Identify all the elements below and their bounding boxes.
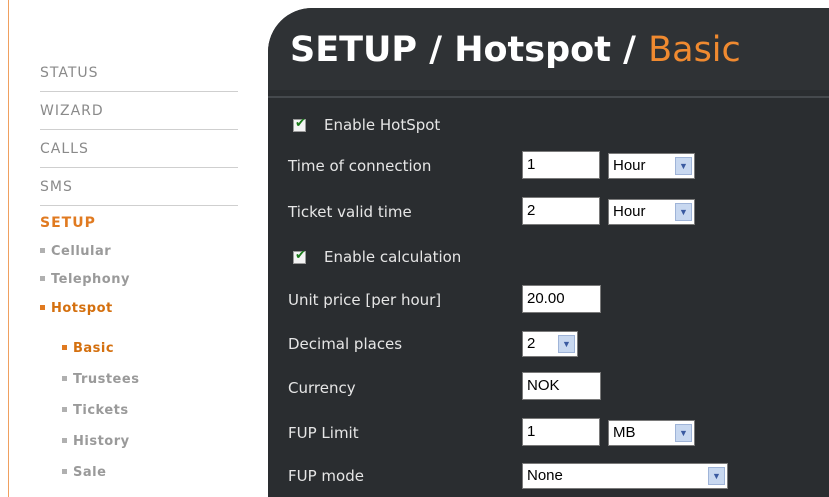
sidebar-subitem-label: Tickets: [73, 403, 129, 418]
sidebar-subitem-label: Cellular: [51, 244, 112, 259]
sidebar-subitem-cellular[interactable]: Cellular: [40, 244, 111, 259]
sidebar-item-sms[interactable]: SMS: [40, 168, 238, 206]
bullet-icon: [40, 305, 45, 310]
sidebar-item-setup[interactable]: SETUP: [40, 204, 238, 242]
unit-price-input[interactable]: 20.00: [522, 285, 601, 313]
main-panel: SETUP / Hotspot / Basic ✔ Enable HotSpot…: [268, 8, 829, 497]
sidebar-subitem-label: Hotspot: [51, 301, 113, 316]
chevron-down-icon[interactable]: ▼: [675, 157, 692, 175]
checkmark-icon: ✔: [295, 116, 306, 131]
fup-mode-select[interactable]: None ▼: [522, 463, 728, 489]
chevron-down-icon[interactable]: ▼: [708, 467, 725, 485]
decimal-places-select[interactable]: 2 ▼: [522, 331, 578, 357]
select-value: None: [527, 467, 563, 484]
sidebar-subitem-label: Basic: [73, 341, 115, 356]
sidebar-hotspot-basic[interactable]: Basic: [62, 341, 114, 356]
unit-price-label: Unit price [per hour]: [288, 291, 442, 309]
chevron-down-icon[interactable]: ▼: [675, 424, 692, 442]
sidebar-subitem-label: Telephony: [51, 272, 130, 287]
checkmark-icon: ✔: [295, 248, 306, 263]
enable-hotspot-checkbox[interactable]: ✔: [293, 116, 306, 132]
fup-limit-label: FUP Limit: [288, 424, 359, 442]
select-value: 2: [527, 335, 536, 352]
sidebar-subitem-label: Trustees: [73, 372, 140, 387]
select-value: Hour: [613, 203, 646, 220]
ticket-valid-time-unit-select[interactable]: Hour ▼: [608, 199, 695, 225]
fup-limit-input[interactable]: 1: [522, 418, 600, 446]
enable-calculation-checkbox[interactable]: ✔: [293, 248, 306, 264]
sidebar-item-wizard[interactable]: WIZARD: [40, 92, 238, 130]
select-value: MB: [613, 424, 636, 441]
sidebar-hotspot-tickets[interactable]: Tickets: [62, 403, 129, 418]
bullet-icon: [62, 376, 67, 381]
ticket-valid-time-input[interactable]: 2: [522, 197, 600, 225]
enable-calculation-label: Enable calculation: [324, 248, 462, 266]
sidebar-subitem-hotspot[interactable]: Hotspot: [40, 301, 113, 316]
bullet-icon: [62, 469, 67, 474]
bullet-icon: [62, 345, 67, 350]
enable-hotspot-label: Enable HotSpot: [324, 116, 441, 134]
decimal-places-label: Decimal places: [288, 335, 403, 353]
sidebar-item-status[interactable]: STATUS: [40, 54, 238, 92]
sidebar-subitem-label: History: [73, 434, 130, 449]
time-of-connection-unit-select[interactable]: Hour ▼: [608, 153, 695, 179]
chevron-down-icon[interactable]: ▼: [558, 335, 575, 353]
currency-label: Currency: [288, 379, 356, 397]
sidebar-hotspot-history[interactable]: History: [62, 434, 130, 449]
bullet-icon: [62, 438, 67, 443]
sidebar-hotspot-sale[interactable]: Sale: [62, 465, 106, 480]
fup-mode-label: FUP mode: [288, 467, 364, 485]
bullet-icon: [40, 248, 45, 253]
chevron-down-icon[interactable]: ▼: [675, 203, 692, 221]
sidebar: STATUS WIZARD CALLS SMS SETUP Cellular T…: [0, 0, 240, 497]
bullet-icon: [62, 407, 67, 412]
time-of-connection-label: Time of connection: [288, 157, 432, 175]
ticket-valid-time-label: Ticket valid time: [288, 203, 412, 221]
hotspot-basic-form: ✔ Enable HotSpot Time of connection 1 Ho…: [268, 8, 829, 497]
select-value: Hour: [613, 157, 646, 174]
sidebar-item-calls[interactable]: CALLS: [40, 130, 238, 168]
sidebar-hotspot-trustees[interactable]: Trustees: [62, 372, 139, 387]
sidebar-subitem-telephony[interactable]: Telephony: [40, 272, 130, 287]
fup-limit-unit-select[interactable]: MB ▼: [608, 420, 695, 446]
time-of-connection-input[interactable]: 1: [522, 151, 600, 179]
currency-input[interactable]: NOK: [522, 372, 601, 400]
bullet-icon: [40, 276, 45, 281]
sidebar-subitem-label: Sale: [73, 465, 107, 480]
